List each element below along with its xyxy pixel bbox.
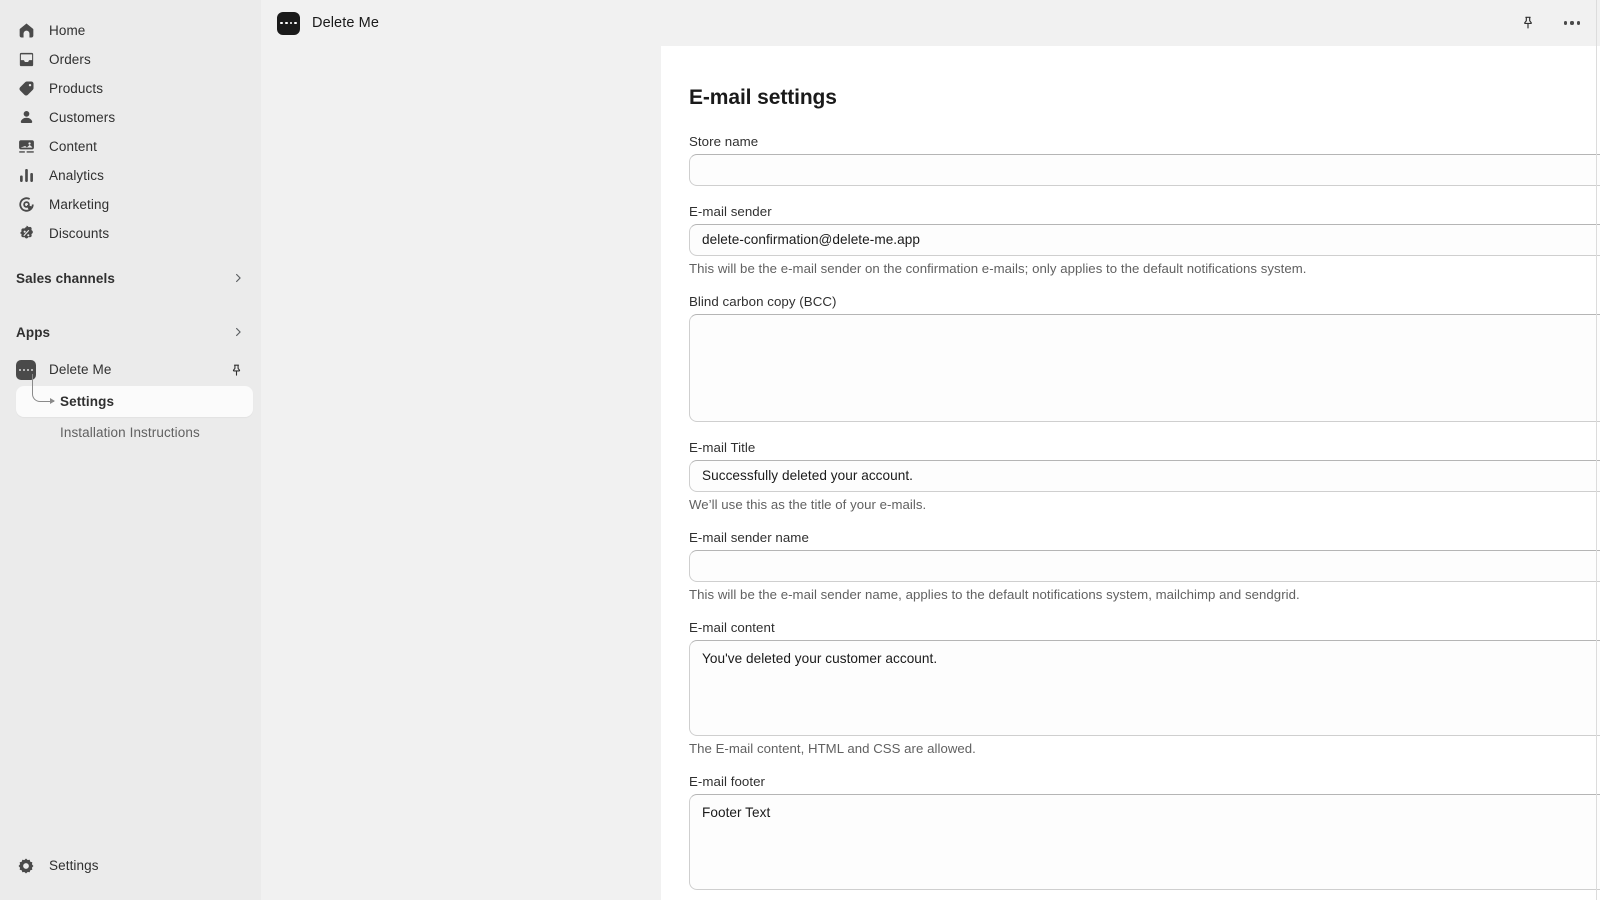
field-label: E-mail footer	[689, 774, 766, 789]
sidebar-item-label: Customers	[49, 109, 116, 125]
sidebar-item-settings[interactable]: Settings	[16, 386, 253, 417]
marketing-target-icon	[16, 195, 36, 215]
section-label: Sales channels	[16, 270, 115, 286]
field-helper-text: The E-mail content, HTML and CSS are all…	[689, 741, 976, 756]
field-label: E-mail sender	[689, 204, 772, 219]
sidebar-item-installation-instructions[interactable]: Installation Instructions	[16, 417, 253, 448]
sidebar-item-label: Analytics	[49, 167, 104, 183]
field-email-sender-name: E-mail sender name This will be the e-ma…	[689, 530, 1600, 602]
sidebar-subitem-label: Installation Instructions	[60, 425, 200, 440]
sidebar-item-label: Discounts	[49, 225, 110, 241]
email-title-input[interactable]	[689, 460, 1600, 492]
content-image-icon	[16, 137, 36, 157]
content-area: E-mail settings Store name E-mail sender…	[261, 46, 1600, 900]
sidebar-app-subnav: Settings Installation Instructions	[8, 374, 253, 448]
customers-person-icon	[16, 108, 36, 128]
sidebar-subitem-label: Settings	[60, 394, 115, 409]
field-bcc: Blind carbon copy (BCC)	[689, 294, 1600, 422]
sidebar-item-customers[interactable]: Customers	[8, 103, 253, 132]
discounts-badge-icon	[16, 224, 36, 244]
right-edge-divider	[1596, 0, 1597, 900]
topbar: Delete Me	[261, 0, 1600, 46]
orders-inbox-icon	[16, 50, 36, 70]
store-name-input[interactable]	[689, 154, 1600, 186]
products-tag-icon	[16, 79, 36, 99]
home-icon	[16, 21, 36, 41]
topbar-left: Delete Me	[277, 11, 379, 35]
more-horizontal-icon[interactable]	[1558, 9, 1586, 37]
analytics-bars-icon	[16, 166, 36, 186]
field-label: Store name	[689, 134, 759, 149]
app-dots-icon	[277, 11, 300, 35]
pin-icon[interactable]	[1514, 9, 1542, 37]
chevron-right-icon	[231, 325, 245, 339]
sidebar-item-home[interactable]: Home	[8, 16, 253, 45]
email-sender-input[interactable]	[689, 224, 1600, 256]
field-store-name: Store name	[689, 134, 1600, 186]
sidebar-item-discounts[interactable]: Discounts	[8, 219, 253, 248]
sidebar-item-analytics[interactable]: Analytics	[8, 161, 253, 190]
settings-card-inner: E-mail settings Store name E-mail sender…	[661, 86, 1600, 890]
sidebar-item-products[interactable]: Products	[8, 74, 253, 103]
sidebar-item-label: Products	[49, 80, 104, 96]
sidebar-item-settings-global[interactable]: Settings	[8, 851, 253, 880]
page-title: E-mail settings	[689, 86, 837, 109]
sidebar-app-label: Delete Me	[49, 362, 112, 378]
sidebar-item-marketing[interactable]: Marketing	[8, 190, 253, 219]
field-email-footer: E-mail footer Footer Text	[689, 774, 1600, 890]
gear-icon	[16, 856, 36, 876]
section-label: Apps	[16, 324, 51, 340]
field-email-title: E-mail Title We’ll use this as the title…	[689, 440, 1600, 512]
sidebar-item-label: Marketing	[49, 196, 110, 212]
sidebar-primary-nav: Home Orders Products Customers Content A…	[0, 16, 261, 248]
settings-card: E-mail settings Store name E-mail sender…	[661, 46, 1600, 900]
field-helper-text: This will be the e-mail sender name, app…	[689, 587, 1300, 602]
sidebar-app-group: Delete Me Settings Installation Instruct…	[0, 355, 261, 448]
email-content-textarea[interactable]: You've deleted your customer account.	[689, 640, 1600, 736]
sidebar-bottom-label: Settings	[49, 857, 99, 873]
sidebar-section-sales-channels[interactable]: Sales channels	[8, 263, 253, 293]
field-label: E-mail sender name	[689, 530, 809, 545]
field-label: E-mail content	[689, 620, 775, 635]
field-email-sender: E-mail sender This will be the e-mail se…	[689, 204, 1600, 276]
sidebar-item-delete-me-app[interactable]: Delete Me	[8, 355, 253, 385]
sidebar: Home Orders Products Customers Content A…	[0, 0, 261, 900]
topbar-title: Delete Me	[312, 15, 379, 31]
more-dots	[1563, 21, 1581, 25]
sidebar-bottom: Settings	[0, 851, 261, 900]
sidebar-item-label: Home	[49, 22, 86, 38]
sidebar-item-content[interactable]: Content	[8, 132, 253, 161]
sidebar-item-label: Content	[49, 138, 97, 154]
email-footer-textarea[interactable]: Footer Text	[689, 794, 1600, 890]
field-helper-text: This will be the e-mail sender on the co…	[689, 261, 1307, 276]
sidebar-section-apps[interactable]: Apps	[8, 317, 253, 347]
pin-icon[interactable]	[227, 361, 245, 379]
sidebar-item-orders[interactable]: Orders	[8, 45, 253, 74]
field-email-content: E-mail content You've deleted your custo…	[689, 620, 1600, 756]
app-dots-icon	[16, 360, 36, 380]
email-sender-name-input[interactable]	[689, 550, 1600, 582]
field-label: Blind carbon copy (BCC)	[689, 294, 837, 309]
app-root: Home Orders Products Customers Content A…	[0, 0, 1600, 900]
sidebar-item-label: Orders	[49, 51, 91, 67]
chevron-right-icon	[231, 271, 245, 285]
topbar-right	[1514, 9, 1586, 37]
field-helper-text: We’ll use this as the title of your e-ma…	[689, 497, 927, 512]
main-region: Delete Me E-mail settings Store name E-m…	[261, 0, 1600, 900]
field-label: E-mail Title	[689, 440, 756, 455]
bcc-textarea[interactable]	[689, 314, 1600, 422]
